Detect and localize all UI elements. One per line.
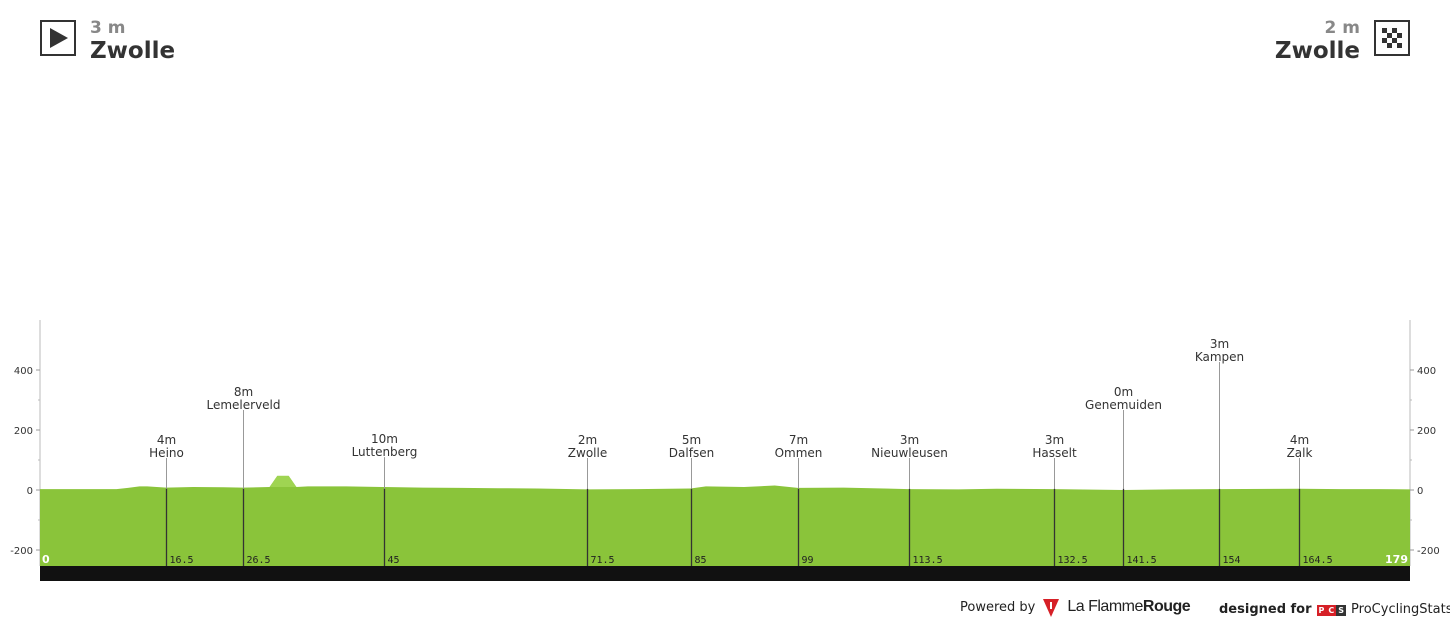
waypoint-elevation: 7m <box>789 433 808 447</box>
waypoint-km-label: 141.5 <box>1127 555 1157 566</box>
y-tick-label-right: 200 <box>1417 426 1436 437</box>
waypoint-name: Zalk <box>1287 446 1313 460</box>
waypoint-km-label: 154 <box>1223 555 1241 566</box>
flamme-rouge-icon <box>1043 599 1060 617</box>
distance-end-label: 179 <box>1385 553 1408 566</box>
designed-for-text: designed for <box>1219 602 1312 617</box>
stage-profile-chart: -200 -2000 0200 200400 4000 1794mHeino16.58mL… <box>10 320 1440 581</box>
waypoint-name: Zwolle <box>568 446 607 460</box>
y-tick-label-left: 0 <box>27 486 33 497</box>
y-tick-label-left: -200 <box>10 546 33 557</box>
distance-base-bar <box>40 566 1410 581</box>
elevation-area <box>40 475 1410 566</box>
waypoint-name: Nieuwleusen <box>871 446 948 460</box>
waypoint-km-label: 71.5 <box>591 555 615 566</box>
waypoint-name: Lemelerveld <box>206 398 280 412</box>
procyclingstats-link[interactable]: ProCyclingStats <box>1351 602 1450 617</box>
waypoint-km-label: 99 <box>802 555 814 566</box>
waypoint-km-label: 113.5 <box>913 555 943 566</box>
waypoint-km-label: 16.5 <box>170 555 194 566</box>
waypoint-elevation: 3m <box>1210 337 1229 351</box>
waypoint-elevation: 2m <box>578 433 597 447</box>
waypoint-name: Genemuiden <box>1085 398 1162 412</box>
waypoint-elevation: 0m <box>1114 385 1133 399</box>
waypoint-name: Ommen <box>775 446 823 460</box>
waypoint-elevation: 3m <box>900 433 919 447</box>
la-flamme-rouge-logo[interactable]: La FlammeRouge <box>1067 598 1190 616</box>
powered-by-text: Powered by <box>960 599 1036 615</box>
designed-for: designed for PCS ProCyclingStats <box>1219 602 1450 617</box>
distance-start-label: 0 <box>42 553 50 566</box>
climb-highlight <box>269 475 297 487</box>
waypoint-elevation: 3m <box>1045 433 1064 447</box>
waypoint-km-label: 45 <box>388 555 400 566</box>
waypoint-elevation: 5m <box>682 433 701 447</box>
y-tick-label-left: 200 <box>14 426 33 437</box>
powered-by: Powered by La FlammeRouge <box>960 597 1191 617</box>
y-tick-label-left: 400 <box>14 366 33 377</box>
y-tick-label-right: 400 <box>1417 366 1436 377</box>
waypoint-name: Luttenberg <box>352 445 418 459</box>
y-tick-label-right: 0 <box>1417 486 1423 497</box>
waypoint-km-label: 132.5 <box>1058 555 1088 566</box>
waypoint-name: Heino <box>149 446 184 460</box>
pcs-logo-icon: PCS <box>1316 605 1347 616</box>
waypoint-elevation: 10m <box>371 432 398 446</box>
waypoint-elevation: 8m <box>234 385 253 399</box>
waypoint-km-label: 26.5 <box>247 555 271 566</box>
waypoint-name: Kampen <box>1195 350 1244 364</box>
waypoint-km-label: 85 <box>695 555 707 566</box>
waypoint-elevation: 4m <box>157 433 176 447</box>
waypoint-name: Hasselt <box>1032 446 1077 460</box>
waypoint-name: Dalfsen <box>669 446 714 460</box>
y-tick-label-right: -200 <box>1417 546 1440 557</box>
waypoint-elevation: 4m <box>1290 433 1309 447</box>
waypoint-km-label: 164.5 <box>1303 555 1333 566</box>
